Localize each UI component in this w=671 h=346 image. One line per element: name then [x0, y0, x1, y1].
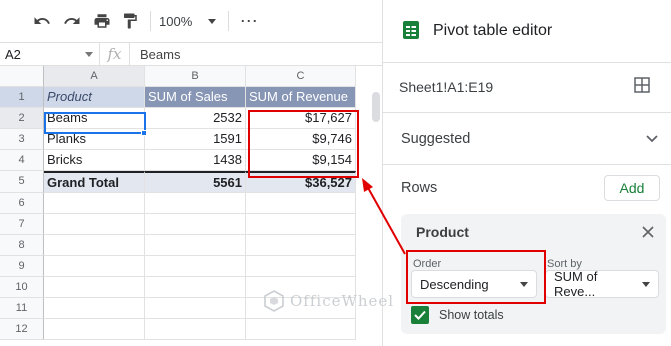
row-header[interactable]: 8: [0, 235, 44, 256]
vertical-scrollbar[interactable]: [372, 92, 380, 122]
suggested-section[interactable]: Suggested: [383, 112, 671, 164]
cell-b1[interactable]: SUM of Sales: [145, 87, 246, 108]
zoom-value: 100%: [159, 13, 193, 29]
zoom-select[interactable]: 100%: [159, 13, 217, 29]
paint-format-icon[interactable]: [118, 9, 142, 33]
cell-b2[interactable]: 2532: [145, 108, 246, 129]
suggested-label: Suggested: [401, 130, 471, 147]
sort-by-select[interactable]: SUM of Reve...: [545, 269, 659, 299]
row-header[interactable]: 6: [0, 193, 44, 214]
column-header-b[interactable]: B: [145, 66, 246, 87]
fill-handle[interactable]: [141, 130, 147, 136]
data-range-row[interactable]: Sheet1!A1:E19: [383, 62, 671, 110]
name-box-value: A2: [5, 46, 21, 62]
empty-cell[interactable]: [246, 235, 356, 256]
row-header[interactable]: 5: [0, 171, 44, 193]
highlight-box-order: [406, 250, 546, 304]
redo-icon[interactable]: [60, 9, 84, 33]
row-header[interactable]: 7: [0, 214, 44, 235]
chevron-down-icon: [85, 51, 93, 57]
formula-input[interactable]: Beams: [130, 47, 180, 62]
show-totals-toggle[interactable]: Show totals: [411, 306, 504, 324]
corner-cell[interactable]: [0, 66, 44, 87]
table-row: 7: [0, 214, 356, 235]
sheets-icon: [403, 20, 419, 42]
watermark-logo-icon: [264, 290, 284, 312]
watermark-text: OfficeWheel: [290, 292, 395, 310]
rows-section: Rows Add: [383, 164, 671, 210]
chevron-down-icon[interactable]: [646, 131, 658, 147]
column-header-row: A B C: [0, 66, 356, 87]
column-header-c[interactable]: C: [246, 66, 356, 87]
row-header[interactable]: 9: [0, 256, 44, 277]
row-header[interactable]: 10: [0, 277, 44, 298]
toolbar-divider: [228, 11, 230, 31]
row-header[interactable]: 1: [0, 87, 44, 108]
checkbox-checked-icon[interactable]: [411, 306, 429, 324]
cell-b3[interactable]: 1591: [145, 129, 246, 150]
sort-by-value: SUM of Reve...: [554, 269, 598, 299]
empty-cell[interactable]: [145, 235, 246, 256]
row-header[interactable]: 11: [0, 298, 44, 319]
empty-cell[interactable]: [246, 214, 356, 235]
cell-c1[interactable]: SUM of Revenue: [246, 87, 356, 108]
cell-b5[interactable]: 5561: [145, 171, 246, 193]
empty-cell[interactable]: [145, 256, 246, 277]
name-box[interactable]: A2: [0, 43, 100, 65]
empty-cell[interactable]: [145, 193, 246, 214]
empty-cell[interactable]: [246, 256, 356, 277]
row-header[interactable]: 2: [0, 108, 44, 129]
empty-cell[interactable]: [44, 193, 145, 214]
pivot-editor-panel: Pivot table editor Sheet1!A1:E19 Suggest…: [382, 0, 671, 346]
column-header-a[interactable]: A: [44, 66, 145, 87]
panel-header: Pivot table editor: [383, 0, 671, 62]
more-icon[interactable]: ⋯: [237, 9, 261, 33]
empty-cell[interactable]: [145, 277, 246, 298]
table-row: 12: [0, 319, 356, 340]
panel-title: Pivot table editor: [433, 22, 553, 39]
active-cell-selection: [44, 112, 146, 134]
cell-a5[interactable]: Grand Total: [44, 171, 145, 193]
empty-cell[interactable]: [246, 319, 356, 340]
highlight-box-values: [248, 110, 359, 178]
table-row: 8: [0, 235, 356, 256]
show-totals-label: Show totals: [439, 308, 504, 322]
rows-label: Rows: [401, 179, 438, 196]
chevron-down-icon: [208, 18, 217, 24]
product-field-card: Product Order Sort by Descending SUM of …: [401, 214, 666, 334]
row-header[interactable]: 3: [0, 129, 44, 150]
table-row: 6: [0, 193, 356, 214]
grid-select-icon[interactable]: [634, 77, 650, 96]
empty-cell[interactable]: [44, 256, 145, 277]
empty-cell[interactable]: [44, 298, 145, 319]
add-row-button[interactable]: Add: [604, 174, 660, 201]
close-icon[interactable]: [640, 224, 656, 240]
cell-a4[interactable]: Bricks: [44, 150, 145, 171]
empty-cell[interactable]: [145, 298, 246, 319]
card-title: Product: [416, 224, 469, 240]
empty-cell[interactable]: [44, 235, 145, 256]
row-header[interactable]: 4: [0, 150, 44, 171]
table-row: 9: [0, 256, 356, 277]
empty-cell[interactable]: [44, 214, 145, 235]
empty-cell[interactable]: [246, 193, 356, 214]
table-row: 1 Product SUM of Sales SUM of Revenue: [0, 87, 356, 108]
formula-bar: A2 fx Beams: [0, 42, 382, 66]
print-icon[interactable]: [90, 9, 114, 33]
toolbar-divider: [150, 11, 151, 31]
data-range: Sheet1!A1:E19: [399, 78, 494, 95]
empty-cell[interactable]: [145, 319, 246, 340]
toolbar: 100% ⋯: [0, 0, 382, 42]
cell-b4[interactable]: 1438: [145, 150, 246, 171]
undo-icon[interactable]: [30, 9, 54, 33]
fx-icon: fx: [100, 43, 130, 65]
empty-cell[interactable]: [145, 214, 246, 235]
empty-cell[interactable]: [44, 277, 145, 298]
row-header[interactable]: 12: [0, 319, 44, 340]
cell-a1[interactable]: Product: [44, 87, 145, 108]
empty-cell[interactable]: [44, 319, 145, 340]
watermark: OfficeWheel: [264, 290, 394, 312]
caret-down-icon: [642, 281, 650, 287]
